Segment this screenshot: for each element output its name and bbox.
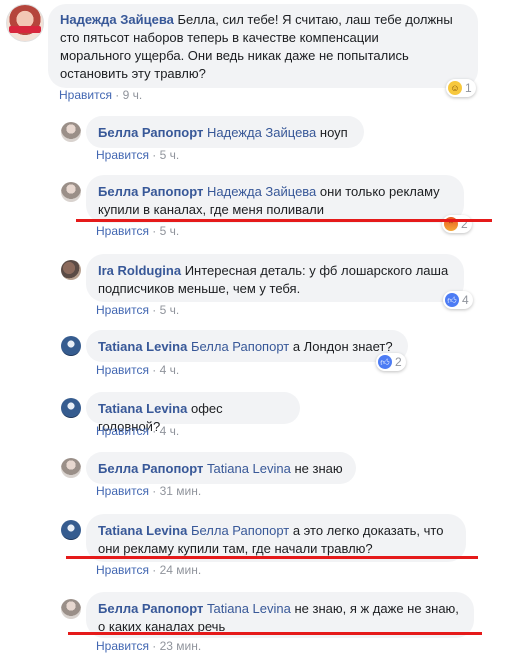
like-link[interactable]: Нравится [96, 484, 149, 498]
comment-text: ноуп [319, 125, 348, 140]
comment-time[interactable]: 31 мин. [160, 484, 202, 498]
like-link[interactable]: Нравится [96, 363, 149, 377]
mention-link[interactable]: Tatiana Levina [207, 601, 291, 616]
comment-time[interactable]: 9 ч. [123, 88, 143, 102]
avatar[interactable] [61, 122, 81, 142]
comment-time[interactable]: 4 ч. [160, 363, 180, 377]
comment-author[interactable]: Надежда Зайцева [60, 12, 174, 27]
comment-author[interactable]: Белла Рапопорт [98, 601, 203, 616]
comment-author[interactable]: Белла Рапопорт [98, 125, 203, 140]
avatar[interactable] [61, 458, 81, 478]
comment-time[interactable]: 5 ч. [160, 148, 180, 162]
comment-text: не знаю [294, 461, 343, 476]
comment-text: а это легко доказать, что [292, 523, 444, 538]
comment-time[interactable]: 24 мин. [160, 563, 202, 577]
reaction-summary[interactable]: 👍︎ 2 [376, 353, 406, 371]
comment-bubble: Tatiana Levina Белла Рапопорт а Лондон з… [86, 330, 408, 362]
comment-time[interactable]: 5 ч. [160, 303, 180, 317]
highlight-underline [68, 632, 482, 635]
comment-author[interactable]: Tatiana Levina [98, 339, 187, 354]
highlight-underline [76, 219, 492, 222]
comment-time[interactable]: 4 ч. [160, 424, 180, 438]
like-link[interactable]: Нравится [59, 88, 112, 102]
comment-author[interactable]: Tatiana Levina [98, 401, 187, 416]
reaction-count: 1 [465, 81, 472, 95]
like-link[interactable]: Нравится [96, 224, 149, 238]
comment-text: подписчиков меньше, чем у тебя. [98, 281, 301, 296]
comment-text: они только рекламу [319, 184, 440, 199]
like-link[interactable]: Нравится [96, 148, 149, 162]
comment-bubble: Белла Рапопорт Надежда Зайцева ноуп [86, 116, 364, 148]
comment-author[interactable]: Белла Рапопорт [98, 184, 203, 199]
comment-text: не знаю, я ж даже не знаю, [294, 601, 459, 616]
reaction-summary[interactable]: ☺ 1 [446, 79, 476, 97]
mention-link[interactable]: Белла Рапопорт [191, 339, 289, 354]
comment-text: а Лондон знает? [292, 339, 393, 354]
comment-author[interactable]: Ira Roldugina [98, 263, 181, 278]
comment-bubble: Белла Рапопорт Tatiana Levina не знаю [86, 452, 356, 484]
avatar[interactable] [61, 260, 81, 280]
like-link[interactable]: Нравится [96, 563, 149, 577]
comment-author[interactable]: Белла Рапопорт [98, 461, 203, 476]
comment-text: купили в каналах, где меня поливали [98, 202, 325, 217]
mention-link[interactable]: Надежда Зайцева [207, 125, 316, 140]
mention-link[interactable]: Надежда Зайцева [207, 184, 316, 199]
like-reaction-icon: 👍︎ [378, 355, 392, 369]
comment-text: остановить эту травлю? [60, 66, 206, 81]
like-link[interactable]: Нравится [96, 639, 149, 653]
like-link[interactable]: Нравится [96, 424, 149, 438]
avatar[interactable] [61, 520, 81, 540]
mention-link[interactable]: Tatiana Levina [207, 461, 291, 476]
haha-reaction-icon: ☺ [448, 81, 462, 95]
mention-link[interactable]: Белла Рапопорт [191, 523, 289, 538]
avatar[interactable] [61, 599, 81, 619]
highlight-underline [66, 556, 478, 559]
comment-bubble: Tatiana Levina офес головной? [86, 392, 300, 434]
comment-text: Белла, сил тебе! Я считаю, лаш тебе долж… [177, 12, 453, 27]
reaction-count: 2 [395, 355, 402, 369]
like-link[interactable]: Нравится [96, 303, 149, 317]
comment-author[interactable]: Tatiana Levina [98, 523, 187, 538]
comment-bubble: Ira Roldugina Интересная деталь: у фб ло… [86, 254, 464, 302]
comment-text: Интересная деталь: у фб лошарского лаша [184, 263, 449, 278]
comment-bubble: Белла Рапопорт Надежда Зайцева они тольк… [86, 175, 464, 223]
comment-bubble: Надежда Зайцева Белла, сил тебе! Я счита… [48, 4, 478, 88]
avatar[interactable] [61, 398, 81, 418]
comment-text: морального ущерба. Они ведь никак даже н… [60, 48, 409, 63]
comment-time[interactable]: 23 мин. [160, 639, 202, 653]
reaction-summary[interactable]: 👍︎ 4 [443, 291, 473, 309]
like-reaction-icon: 👍︎ [445, 293, 459, 307]
avatar[interactable] [6, 4, 44, 42]
avatar[interactable] [61, 336, 81, 356]
comment-bubble: Tatiana Levina Белла Рапопорт а это легк… [86, 514, 466, 562]
reaction-summary[interactable]: ᵔ 2 [442, 215, 472, 233]
comment-time[interactable]: 5 ч. [160, 224, 180, 238]
reaction-count: 4 [462, 293, 469, 307]
comment-text: сто пятьсот наборов теперь в качестве ко… [60, 30, 379, 45]
avatar[interactable] [61, 182, 81, 202]
